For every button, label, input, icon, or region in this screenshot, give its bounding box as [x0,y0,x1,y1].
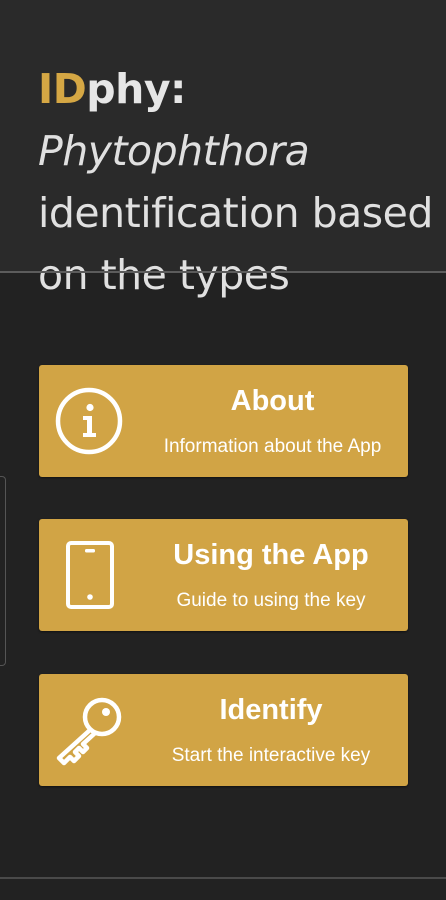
using-the-app-subtitle: Guide to using the key [176,590,366,611]
about-subtitle: Information about the App [163,436,382,457]
title-line-2: identification based [38,189,433,237]
bottom-divider [0,877,446,879]
key-icon [53,694,125,766]
title-line-3: on the types [38,251,290,299]
identify-subtitle: Start the interactive key [171,745,371,766]
header-divider [0,271,446,273]
identify-button[interactable]: Identify Start the interactive key [39,674,408,786]
genus-name: Phytophthora [38,127,310,175]
brand-id: ID [38,65,87,113]
drawer-edge-handle[interactable] [0,476,6,666]
info-icon [53,385,125,457]
about-button[interactable]: About Information about the App [39,365,408,477]
identify-title: Identify [219,694,323,726]
using-the-app-button[interactable]: Using the App Guide to using the key [39,519,408,631]
app-title: IDphy: Phytophthora identification based o… [38,58,438,306]
brand-name-rest: phy: [86,65,186,113]
app-header: IDphy: Phytophthora identification based o… [0,0,446,299]
using-the-app-title: Using the App [173,539,369,571]
about-title: About [230,385,315,417]
tablet-icon [53,539,125,611]
